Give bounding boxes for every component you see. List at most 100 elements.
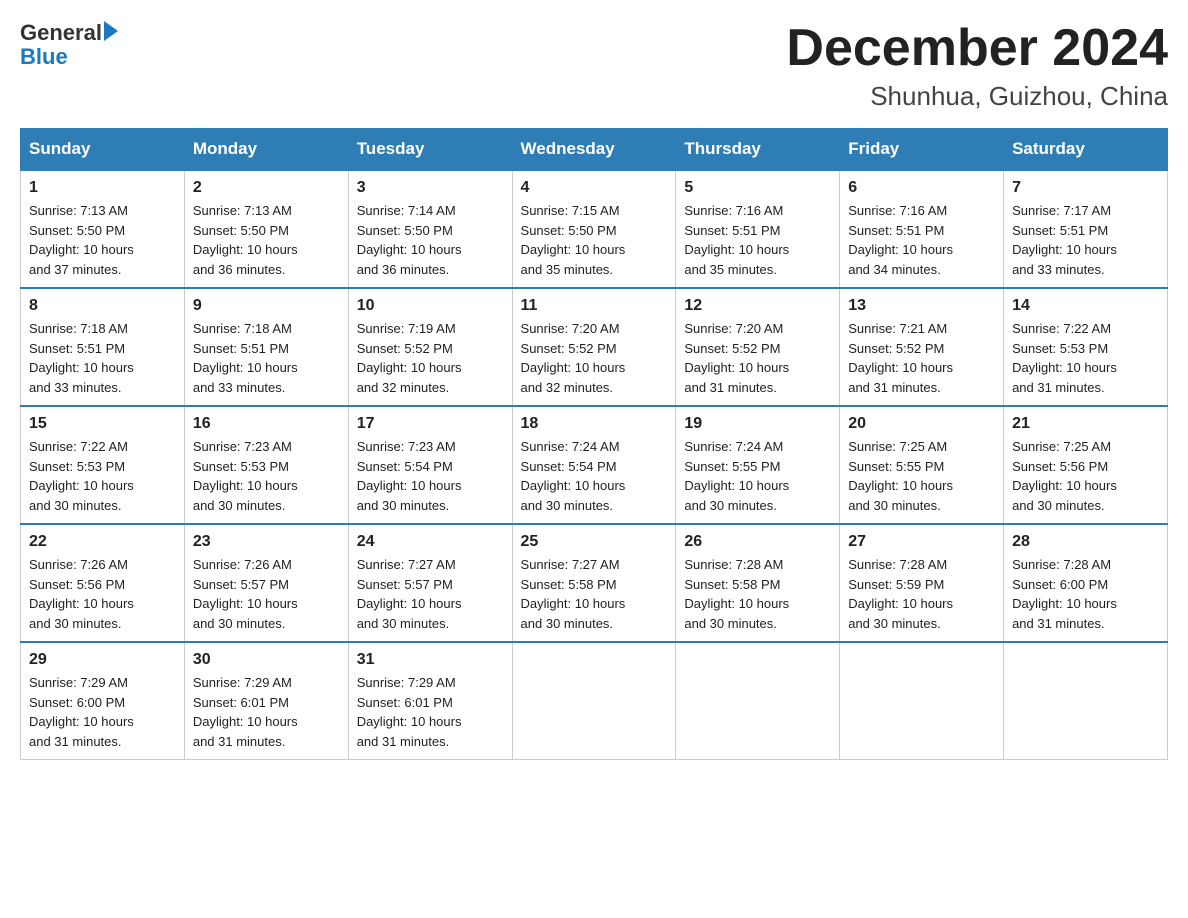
header-day-thursday: Thursday — [676, 129, 840, 171]
day-info: Sunrise: 7:27 AMSunset: 5:57 PMDaylight:… — [357, 555, 504, 633]
calendar-cell: 5 Sunrise: 7:16 AMSunset: 5:51 PMDayligh… — [676, 170, 840, 288]
header-day-monday: Monday — [184, 129, 348, 171]
day-info: Sunrise: 7:26 AMSunset: 5:56 PMDaylight:… — [29, 555, 176, 633]
day-number: 25 — [521, 533, 668, 551]
day-info: Sunrise: 7:24 AMSunset: 5:55 PMDaylight:… — [684, 437, 831, 515]
calendar-cell: 11 Sunrise: 7:20 AMSunset: 5:52 PMDaylig… — [512, 288, 676, 406]
day-number: 26 — [684, 533, 831, 551]
day-number: 24 — [357, 533, 504, 551]
day-info: Sunrise: 7:16 AMSunset: 5:51 PMDaylight:… — [848, 201, 995, 279]
calendar-cell: 6 Sunrise: 7:16 AMSunset: 5:51 PMDayligh… — [840, 170, 1004, 288]
calendar-cell: 16 Sunrise: 7:23 AMSunset: 5:53 PMDaylig… — [184, 406, 348, 524]
calendar-cell: 8 Sunrise: 7:18 AMSunset: 5:51 PMDayligh… — [21, 288, 185, 406]
day-number: 22 — [29, 533, 176, 551]
calendar-cell: 9 Sunrise: 7:18 AMSunset: 5:51 PMDayligh… — [184, 288, 348, 406]
calendar-cell: 7 Sunrise: 7:17 AMSunset: 5:51 PMDayligh… — [1004, 170, 1168, 288]
day-number: 20 — [848, 415, 995, 433]
logo-arrow-icon — [104, 21, 118, 41]
day-info: Sunrise: 7:23 AMSunset: 5:54 PMDaylight:… — [357, 437, 504, 515]
header-day-sunday: Sunday — [21, 129, 185, 171]
logo-general: General — [20, 20, 102, 46]
header-day-friday: Friday — [840, 129, 1004, 171]
calendar-cell: 19 Sunrise: 7:24 AMSunset: 5:55 PMDaylig… — [676, 406, 840, 524]
week-row-5: 29 Sunrise: 7:29 AMSunset: 6:00 PMDaylig… — [21, 642, 1168, 760]
week-row-1: 1 Sunrise: 7:13 AMSunset: 5:50 PMDayligh… — [21, 170, 1168, 288]
day-info: Sunrise: 7:17 AMSunset: 5:51 PMDaylight:… — [1012, 201, 1159, 279]
day-number: 30 — [193, 651, 340, 669]
header-day-wednesday: Wednesday — [512, 129, 676, 171]
logo: General Blue — [20, 20, 118, 70]
month-year-title: December 2024 — [786, 20, 1168, 77]
day-number: 12 — [684, 297, 831, 315]
calendar-cell: 24 Sunrise: 7:27 AMSunset: 5:57 PMDaylig… — [348, 524, 512, 642]
day-number: 27 — [848, 533, 995, 551]
day-info: Sunrise: 7:22 AMSunset: 5:53 PMDaylight:… — [29, 437, 176, 515]
day-number: 2 — [193, 179, 340, 197]
week-row-3: 15 Sunrise: 7:22 AMSunset: 5:53 PMDaylig… — [21, 406, 1168, 524]
day-info: Sunrise: 7:13 AMSunset: 5:50 PMDaylight:… — [29, 201, 176, 279]
calendar-cell: 21 Sunrise: 7:25 AMSunset: 5:56 PMDaylig… — [1004, 406, 1168, 524]
day-info: Sunrise: 7:18 AMSunset: 5:51 PMDaylight:… — [29, 319, 176, 397]
title-block: December 2024 Shunhua, Guizhou, China — [786, 20, 1168, 112]
calendar-cell: 25 Sunrise: 7:27 AMSunset: 5:58 PMDaylig… — [512, 524, 676, 642]
day-number: 4 — [521, 179, 668, 197]
header-row: SundayMondayTuesdayWednesdayThursdayFrid… — [21, 129, 1168, 171]
day-info: Sunrise: 7:13 AMSunset: 5:50 PMDaylight:… — [193, 201, 340, 279]
calendar-cell: 27 Sunrise: 7:28 AMSunset: 5:59 PMDaylig… — [840, 524, 1004, 642]
day-number: 7 — [1012, 179, 1159, 197]
page-header: General Blue December 2024 Shunhua, Guiz… — [20, 20, 1168, 112]
calendar-cell: 12 Sunrise: 7:20 AMSunset: 5:52 PMDaylig… — [676, 288, 840, 406]
calendar-cell: 26 Sunrise: 7:28 AMSunset: 5:58 PMDaylig… — [676, 524, 840, 642]
day-number: 15 — [29, 415, 176, 433]
calendar-cell: 30 Sunrise: 7:29 AMSunset: 6:01 PMDaylig… — [184, 642, 348, 760]
day-info: Sunrise: 7:28 AMSunset: 5:58 PMDaylight:… — [684, 555, 831, 633]
day-info: Sunrise: 7:25 AMSunset: 5:56 PMDaylight:… — [1012, 437, 1159, 515]
calendar-cell: 3 Sunrise: 7:14 AMSunset: 5:50 PMDayligh… — [348, 170, 512, 288]
day-number: 9 — [193, 297, 340, 315]
calendar-cell: 31 Sunrise: 7:29 AMSunset: 6:01 PMDaylig… — [348, 642, 512, 760]
calendar-header: SundayMondayTuesdayWednesdayThursdayFrid… — [21, 129, 1168, 171]
calendar-cell: 13 Sunrise: 7:21 AMSunset: 5:52 PMDaylig… — [840, 288, 1004, 406]
day-number: 6 — [848, 179, 995, 197]
day-info: Sunrise: 7:14 AMSunset: 5:50 PMDaylight:… — [357, 201, 504, 279]
day-info: Sunrise: 7:16 AMSunset: 5:51 PMDaylight:… — [684, 201, 831, 279]
calendar-cell: 4 Sunrise: 7:15 AMSunset: 5:50 PMDayligh… — [512, 170, 676, 288]
calendar-cell — [1004, 642, 1168, 760]
day-number: 14 — [1012, 297, 1159, 315]
day-info: Sunrise: 7:20 AMSunset: 5:52 PMDaylight:… — [521, 319, 668, 397]
location-subtitle: Shunhua, Guizhou, China — [786, 81, 1168, 112]
calendar-cell: 18 Sunrise: 7:24 AMSunset: 5:54 PMDaylig… — [512, 406, 676, 524]
day-number: 3 — [357, 179, 504, 197]
day-info: Sunrise: 7:27 AMSunset: 5:58 PMDaylight:… — [521, 555, 668, 633]
calendar-cell: 15 Sunrise: 7:22 AMSunset: 5:53 PMDaylig… — [21, 406, 185, 524]
calendar-cell: 23 Sunrise: 7:26 AMSunset: 5:57 PMDaylig… — [184, 524, 348, 642]
day-number: 23 — [193, 533, 340, 551]
day-info: Sunrise: 7:24 AMSunset: 5:54 PMDaylight:… — [521, 437, 668, 515]
day-number: 21 — [1012, 415, 1159, 433]
calendar-cell: 10 Sunrise: 7:19 AMSunset: 5:52 PMDaylig… — [348, 288, 512, 406]
calendar-body: 1 Sunrise: 7:13 AMSunset: 5:50 PMDayligh… — [21, 170, 1168, 760]
day-number: 16 — [193, 415, 340, 433]
day-info: Sunrise: 7:29 AMSunset: 6:01 PMDaylight:… — [357, 673, 504, 751]
calendar-cell: 17 Sunrise: 7:23 AMSunset: 5:54 PMDaylig… — [348, 406, 512, 524]
day-number: 31 — [357, 651, 504, 669]
calendar-cell: 1 Sunrise: 7:13 AMSunset: 5:50 PMDayligh… — [21, 170, 185, 288]
week-row-4: 22 Sunrise: 7:26 AMSunset: 5:56 PMDaylig… — [21, 524, 1168, 642]
day-info: Sunrise: 7:28 AMSunset: 5:59 PMDaylight:… — [848, 555, 995, 633]
calendar-cell: 22 Sunrise: 7:26 AMSunset: 5:56 PMDaylig… — [21, 524, 185, 642]
logo-blue: Blue — [20, 44, 118, 70]
day-info: Sunrise: 7:25 AMSunset: 5:55 PMDaylight:… — [848, 437, 995, 515]
calendar-cell — [840, 642, 1004, 760]
calendar-cell: 20 Sunrise: 7:25 AMSunset: 5:55 PMDaylig… — [840, 406, 1004, 524]
day-info: Sunrise: 7:15 AMSunset: 5:50 PMDaylight:… — [521, 201, 668, 279]
day-info: Sunrise: 7:19 AMSunset: 5:52 PMDaylight:… — [357, 319, 504, 397]
calendar-table: SundayMondayTuesdayWednesdayThursdayFrid… — [20, 128, 1168, 760]
day-info: Sunrise: 7:18 AMSunset: 5:51 PMDaylight:… — [193, 319, 340, 397]
day-number: 28 — [1012, 533, 1159, 551]
day-info: Sunrise: 7:22 AMSunset: 5:53 PMDaylight:… — [1012, 319, 1159, 397]
calendar-cell — [676, 642, 840, 760]
calendar-cell: 29 Sunrise: 7:29 AMSunset: 6:00 PMDaylig… — [21, 642, 185, 760]
day-info: Sunrise: 7:20 AMSunset: 5:52 PMDaylight:… — [684, 319, 831, 397]
day-number: 1 — [29, 179, 176, 197]
calendar-cell — [512, 642, 676, 760]
